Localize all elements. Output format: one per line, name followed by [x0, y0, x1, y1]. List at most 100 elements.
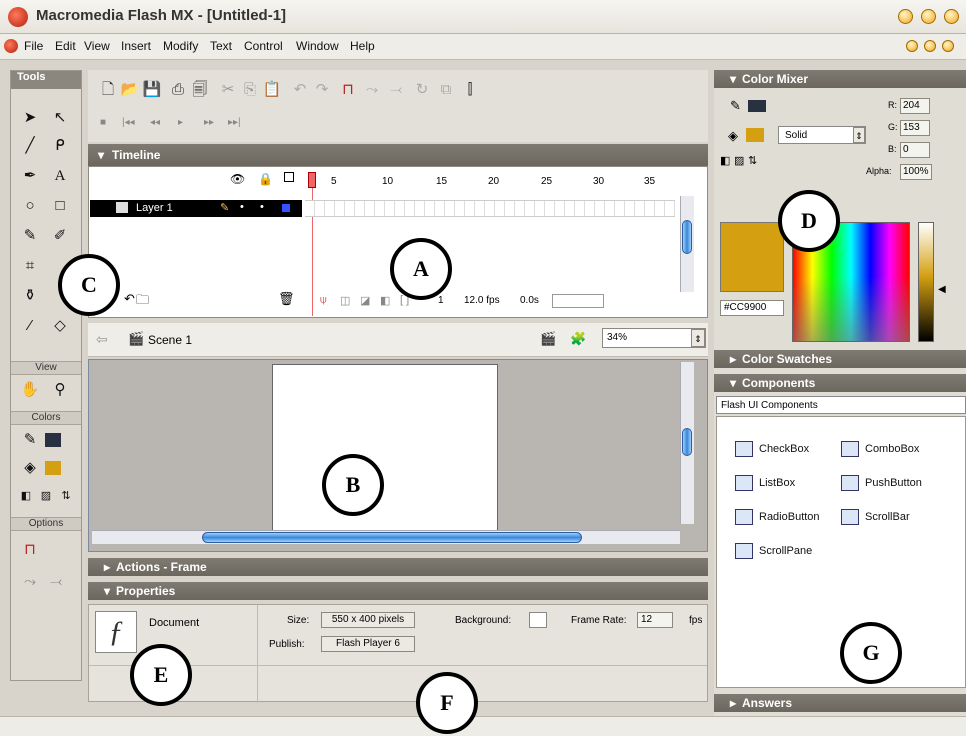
snap-icon[interactable]: ⊓	[338, 80, 358, 100]
layer-outline-color[interactable]	[282, 204, 290, 212]
print-preview-icon[interactable]: 🗐	[190, 80, 210, 100]
brightness-slider[interactable]	[918, 222, 934, 342]
rectangle-tool-icon[interactable]: □	[49, 195, 71, 217]
answers-header[interactable]: ▸ Answers	[714, 694, 966, 712]
layer-visible-dot[interactable]: •	[240, 201, 244, 213]
pen-tool-icon[interactable]: ✒	[19, 165, 41, 187]
swap-colors-mixer-icon[interactable]: ⇅	[748, 154, 757, 167]
frame-rate-input[interactable]: 12	[637, 612, 673, 628]
r-input[interactable]: 204	[900, 98, 930, 114]
alpha-input[interactable]: 100%	[900, 164, 932, 180]
timeline-vertical-scrollbar[interactable]	[680, 196, 694, 292]
cut-icon[interactable]: ✂	[218, 80, 238, 100]
arrow-tool-icon[interactable]: ➤	[19, 107, 41, 129]
layer-row[interactable]: Layer 1 ✎ • •	[90, 200, 302, 217]
stop-control-icon[interactable]: ■	[100, 117, 106, 128]
scene-name[interactable]: Scene 1	[148, 333, 192, 347]
rewind-control-icon[interactable]: |◂◂	[122, 117, 135, 128]
close-button[interactable]	[944, 9, 959, 24]
fill-style-dropdown-icon[interactable]: ⇕	[853, 127, 865, 143]
minimize-button[interactable]	[898, 9, 913, 24]
paste-icon[interactable]: 📋	[262, 80, 282, 100]
maximize-button[interactable]	[921, 9, 936, 24]
lock-layers-icon[interactable]: 🔒	[258, 172, 273, 186]
step-forward-control-icon[interactable]: ▸▸	[204, 117, 214, 128]
doc-maximize-button[interactable]	[924, 40, 936, 52]
redo-icon[interactable]: ↷	[312, 80, 332, 100]
no-color-mixer-icon[interactable]: ▨	[734, 154, 744, 167]
straighten-toolbar-icon[interactable]: ⤙	[386, 80, 406, 100]
zoom-tool-icon[interactable]: ⚲	[49, 379, 71, 401]
scale-icon[interactable]: ⧉	[436, 80, 456, 100]
outline-layers-icon[interactable]	[284, 172, 294, 182]
subselect-tool-icon[interactable]: ↖	[49, 107, 71, 129]
straighten-icon[interactable]: ⤙	[45, 571, 67, 593]
end-control-icon[interactable]: ▸▸|	[228, 117, 241, 128]
add-motion-guide-icon[interactable]: ↶	[124, 291, 135, 307]
hand-tool-icon[interactable]: ✋	[19, 379, 41, 401]
stroke-color-icon[interactable]: ✎	[19, 429, 41, 451]
onion-skin-icon[interactable]: ◫	[340, 294, 350, 307]
components-header[interactable]: ▾ Components	[714, 374, 966, 392]
free-transform-tool-icon[interactable]: ⌗	[19, 255, 41, 277]
size-button[interactable]: 550 x 400 pixels	[321, 612, 415, 628]
onion-outline-icon[interactable]: ◪	[360, 294, 370, 307]
snap-magnet-icon[interactable]: ⊓	[19, 539, 41, 561]
swap-colors-icon[interactable]: ⇅	[55, 485, 77, 507]
component-checkbox[interactable]: CheckBox	[735, 441, 809, 457]
edit-multiple-frames-icon[interactable]: ◧	[380, 294, 390, 307]
layer-name[interactable]: Layer 1	[136, 202, 173, 214]
zoom-select[interactable]: 34% ⇕	[602, 328, 706, 348]
stroke-color-swatch[interactable]	[45, 433, 61, 447]
component-scrollpane[interactable]: ScrollPane	[735, 543, 812, 559]
zoom-dropdown-icon[interactable]: ⇕	[691, 329, 705, 347]
menu-view[interactable]: View	[84, 39, 110, 53]
delete-layer-icon[interactable]: 🗑	[278, 291, 295, 307]
component-category-select[interactable]: Flash UI Components	[716, 396, 966, 414]
rotate-icon[interactable]: ↻	[412, 80, 432, 100]
fill-style-select[interactable]: Solid ⇕	[778, 126, 866, 144]
brush-tool-icon[interactable]: ✐	[49, 225, 71, 247]
center-frame-icon[interactable]: ⍦	[320, 294, 327, 307]
fill-color-icon[interactable]: ◈	[19, 457, 41, 479]
color-swatches-header[interactable]: ▸ Color Swatches	[714, 350, 966, 368]
menu-insert[interactable]: Insert	[121, 39, 151, 53]
default-colors-mixer-icon[interactable]: ◧	[720, 154, 730, 167]
eyedropper-tool-icon[interactable]: ⁄	[19, 315, 41, 337]
default-colors-icon[interactable]: ◧	[15, 485, 37, 507]
menu-file[interactable]: File	[24, 39, 43, 53]
timeline-h-scrollbar[interactable]	[552, 294, 604, 308]
stage-canvas[interactable]	[272, 364, 498, 532]
save-icon[interactable]: 💾	[142, 80, 162, 100]
stage-horizontal-scrollbar[interactable]	[92, 530, 680, 544]
component-scrollbar[interactable]: ScrollBar	[841, 509, 910, 525]
component-listbox[interactable]: ListBox	[735, 475, 795, 491]
component-pushbutton[interactable]: PushButton	[841, 475, 922, 491]
smooth-toolbar-icon[interactable]: ⤳	[362, 80, 382, 100]
brightness-pointer-icon[interactable]: ◀	[938, 284, 946, 295]
stage-vertical-scrollbar[interactable]	[680, 362, 694, 524]
actions-panel-header[interactable]: ▸ Actions - Frame	[88, 558, 708, 576]
stage-h-scroll-thumb[interactable]	[202, 532, 582, 543]
show-hide-layers-icon[interactable]: 👁	[230, 172, 245, 186]
undo-icon[interactable]: ↶	[290, 80, 310, 100]
doc-minimize-button[interactable]	[906, 40, 918, 52]
oval-tool-icon[interactable]: ○	[19, 195, 41, 217]
b-input[interactable]: 0	[900, 142, 930, 158]
pencil-tool-icon[interactable]: ✎	[19, 225, 41, 247]
new-file-icon[interactable]: 🗋	[98, 80, 118, 100]
layer-lock-dot[interactable]: •	[260, 201, 264, 213]
menu-control[interactable]: Control	[244, 39, 283, 53]
layer-frames-row[interactable]	[305, 200, 675, 217]
timeline-collapse-icon[interactable]: ▾	[98, 148, 104, 162]
menu-text[interactable]: Text	[210, 39, 232, 53]
no-color-icon[interactable]: ▨	[35, 485, 57, 507]
print-icon[interactable]: ⎙	[168, 80, 188, 100]
insert-folder-icon[interactable]: 🗀	[136, 291, 149, 313]
smooth-icon[interactable]: ⤳	[19, 571, 41, 593]
menu-help[interactable]: Help	[350, 39, 375, 53]
back-arrow-icon[interactable]: ⇦	[96, 331, 108, 348]
play-control-icon[interactable]: ▸	[178, 117, 183, 128]
align-icon[interactable]: ⫿	[460, 80, 480, 100]
stroke-swatch[interactable]	[748, 100, 766, 112]
